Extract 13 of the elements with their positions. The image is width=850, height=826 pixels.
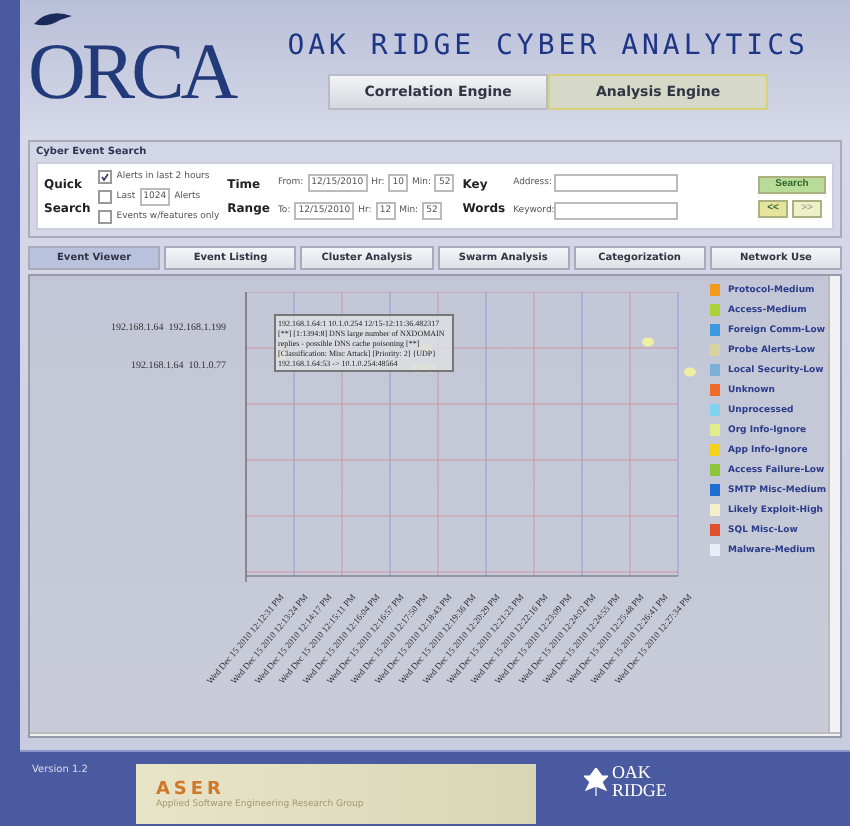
checkbox[interactable] bbox=[98, 209, 113, 223]
input-field[interactable] bbox=[553, 201, 678, 219]
horizontal-scrollbar[interactable] bbox=[30, 732, 840, 736]
org-logo-text: RIDGE bbox=[611, 782, 667, 800]
orca-whale-icon bbox=[32, 7, 76, 31]
vertical-scrollbar[interactable] bbox=[828, 276, 840, 732]
checkbox[interactable] bbox=[98, 189, 113, 203]
orca-logo: ORCA bbox=[28, 23, 235, 117]
checkbox[interactable] bbox=[98, 169, 113, 183]
org-logo-text: OAK bbox=[611, 764, 653, 782]
app-title: OAK RIDGE CYBER ANALYTICS bbox=[287, 30, 809, 62]
banner-title: ASER bbox=[155, 779, 227, 799]
input-field[interactable] bbox=[553, 173, 678, 191]
